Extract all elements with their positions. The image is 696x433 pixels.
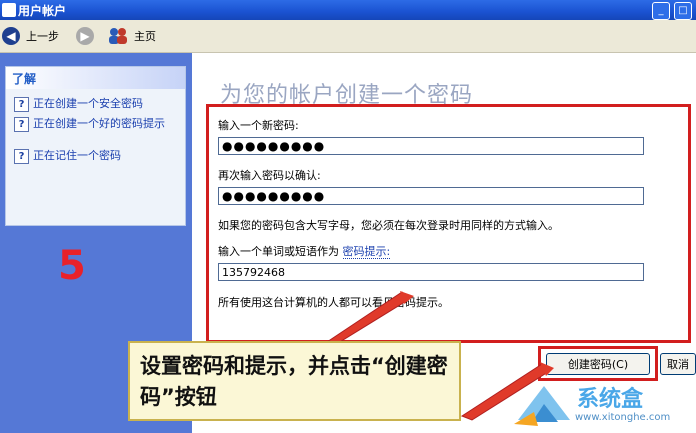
learn-item-password-hint[interactable]: ? 正在创建一个好的密码提示 xyxy=(14,117,174,132)
learn-header: 了解 xyxy=(6,67,185,89)
confirm-password-input[interactable]: ●●●●●●●●● xyxy=(218,187,644,205)
callout-text: 设置密码和提示，并点击“创建密码”按钮 xyxy=(140,354,448,409)
watermark-url: www.xitonghe.com xyxy=(575,412,671,423)
back-arrow-icon: ◀ xyxy=(2,27,20,45)
new-password-label: 输入一个新密码: xyxy=(218,119,299,132)
home-label: 主页 xyxy=(134,30,156,43)
cancel-button[interactable]: 取消 xyxy=(660,353,696,375)
title-bar: 用户帐户 _ □ xyxy=(0,0,696,20)
window-title: 用户帐户 xyxy=(18,4,67,18)
case-sensitivity-notice: 如果您的密码包含大写字母，您必须在每次登录时用同样的方式输入。 xyxy=(218,219,559,232)
forward-arrow-icon: ▶ xyxy=(76,27,94,45)
minimize-button[interactable]: _ xyxy=(652,2,670,20)
xitonghe-logo-icon xyxy=(514,386,570,426)
instruction-callout: 设置密码和提示，并点击“创建密码”按钮 xyxy=(128,341,461,421)
help-icon: ? xyxy=(14,149,29,164)
users-icon xyxy=(109,28,127,44)
home-button[interactable]: 主页 xyxy=(108,26,156,46)
toolbar: ◀ 上一步 ▶ 主页 xyxy=(0,20,696,53)
learn-item-secure-password[interactable]: ? 正在创建一个安全密码 xyxy=(14,97,143,112)
watermark-name: 系统盒 xyxy=(577,387,644,412)
new-password-input[interactable]: ●●●●●●●●● xyxy=(218,137,644,155)
help-icon: ? xyxy=(14,117,29,132)
password-hint-link[interactable]: 密码提示: xyxy=(342,245,391,259)
password-hint-input[interactable]: 135792468 xyxy=(218,263,644,281)
user-accounts-icon xyxy=(2,3,16,17)
hint-label: 输入一个单词或短语作为 密码提示: xyxy=(218,245,391,259)
maximize-button[interactable]: □ xyxy=(674,2,692,20)
back-label: 上一步 xyxy=(26,30,59,43)
create-password-button[interactable]: 创建密码(C) xyxy=(546,353,650,375)
back-button[interactable]: ◀ 上一步 xyxy=(2,26,59,46)
learn-about-box: 了解 ? 正在创建一个安全密码 ? 正在创建一个好的密码提示 ? 正在记住一个密… xyxy=(5,66,186,226)
hint-visibility-notice: 所有使用这台计算机的人都可以看见密码提示。 xyxy=(218,296,449,309)
forward-button[interactable]: ▶ xyxy=(76,26,94,46)
learn-title: 了解 xyxy=(12,72,37,86)
step-number: 5 xyxy=(58,243,86,289)
confirm-password-label: 再次输入密码以确认: xyxy=(218,169,321,182)
learn-item-remember-password[interactable]: ? 正在记住一个密码 xyxy=(14,149,121,164)
help-icon: ? xyxy=(14,97,29,112)
